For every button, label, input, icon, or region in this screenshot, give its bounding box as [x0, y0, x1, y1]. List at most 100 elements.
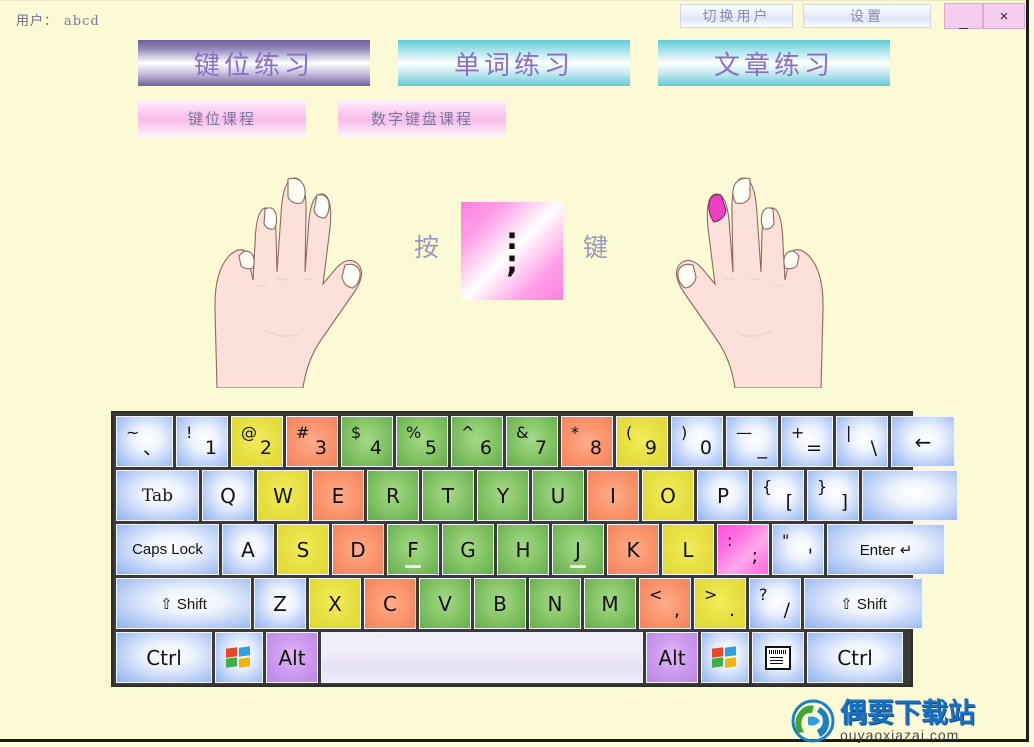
key-alt-right[interactable]: Alt [646, 632, 698, 683]
key-slash[interactable]: ? / [749, 578, 801, 629]
key-menu-key[interactable] [752, 632, 804, 683]
key-digit-7[interactable]: & 7 [506, 416, 558, 467]
watermark-title: 偶要下载站 [840, 698, 975, 729]
key-label: ← [914, 429, 932, 454]
watermark-text: 偶要下载站 ouyaoxiazai.com [840, 700, 975, 742]
key-key-f[interactable]: F [387, 524, 439, 575]
key-key-n[interactable]: N [529, 578, 581, 629]
key-upper-label: ) [681, 423, 688, 442]
key-key-s[interactable]: S [277, 524, 329, 575]
key-key-w[interactable]: W [257, 470, 309, 521]
key-ctrl-right[interactable]: Ctrl [807, 632, 903, 683]
tab-article-practice[interactable]: 文章练习 [658, 40, 890, 86]
key-lower-label: \ [870, 437, 877, 459]
key-tab[interactable]: Tab [116, 470, 199, 521]
key-backquote[interactable]: ~、 [116, 416, 173, 467]
tab-word-practice[interactable]: 单词练习 [398, 40, 630, 86]
key-lower-label: 9 [644, 437, 657, 459]
key-equal[interactable]: + = [781, 416, 833, 467]
subtab-numpad-course[interactable]: 数字键盘课程 [338, 99, 506, 137]
key-bracket-right[interactable]: }] [807, 470, 859, 521]
key-label: X [328, 591, 342, 616]
key-upper-label: # [296, 423, 310, 442]
key-label: H [515, 537, 531, 562]
key-label: I [610, 483, 616, 508]
key-key-a[interactable]: A [222, 524, 274, 575]
key-digit-1[interactable]: ! 1 [176, 416, 228, 467]
key-key-q[interactable]: Q [202, 470, 254, 521]
key-lower-label: 2 [259, 437, 272, 459]
key-label: Ctrl [146, 645, 182, 670]
key-key-c[interactable]: C [364, 578, 416, 629]
key-key-j[interactable]: J [552, 524, 604, 575]
key-space[interactable] [321, 632, 643, 683]
switch-user-button[interactable]: 切换用户 [680, 4, 793, 28]
key-key-y[interactable]: Y [477, 470, 529, 521]
key-digit-5[interactable]: % 5 [396, 416, 448, 467]
key-comma[interactable]: <, [639, 578, 691, 629]
key-win-right[interactable] [701, 632, 749, 683]
key-key-t[interactable]: T [422, 470, 474, 521]
key-win-left[interactable] [215, 632, 263, 683]
key-upper-label: < [649, 585, 663, 604]
key-enter[interactable]: Enter ↵ [827, 524, 945, 575]
key-lower-label: 6 [479, 437, 492, 459]
user-name: abcd [64, 14, 100, 29]
key-key-x[interactable]: X [309, 578, 361, 629]
keyboard-row: Caps Lock A S D F G H J K L:; " ' Enter ↵ [116, 524, 945, 575]
key-shift-left[interactable]: ⇧ Shift [116, 578, 251, 629]
key-key-g[interactable]: G [442, 524, 494, 575]
key-ctrl-left[interactable]: Ctrl [116, 632, 212, 683]
key-minus[interactable]: — _ [726, 416, 778, 467]
key-semicolon[interactable]: :; [717, 524, 769, 575]
key-upper-label: % [406, 423, 422, 442]
key-digit-2[interactable]: @2 [231, 416, 283, 467]
key-digit-9[interactable]: (9 [616, 416, 668, 467]
key-lower-label: 8 [589, 437, 602, 459]
key-label: Caps Lock [132, 541, 203, 558]
key-label: A [241, 537, 255, 562]
key-digit-8[interactable]: * 8 [561, 416, 613, 467]
key-label: E [331, 483, 345, 508]
keyboard-row: Tab Q W E R T Y U I O P{[}] [116, 470, 958, 521]
key-upper-label: { [762, 477, 773, 496]
prompt-suffix: 键 [583, 233, 609, 262]
key-alt-left[interactable]: Alt [266, 632, 318, 683]
tab-key-practice[interactable]: 键位练习 [138, 40, 370, 86]
key-key-z[interactable]: Z [254, 578, 306, 629]
key-caps-lock[interactable]: Caps Lock [116, 524, 219, 575]
app-window: 用户： abcd 切换用户 设置 _ × 键位练习 单词练习 文章练习 键位课程 … [0, 0, 1029, 743]
key-key-d[interactable]: D [332, 524, 384, 575]
key-label: Tab [141, 485, 174, 506]
key-label: C [383, 591, 397, 616]
key-upper-label: * [571, 423, 579, 442]
key-backspace[interactable]: ← [891, 416, 955, 467]
minimize-button[interactable]: _ [944, 3, 983, 30]
key-bracket-left[interactable]: {[ [752, 470, 804, 521]
close-button[interactable]: × [983, 3, 1025, 29]
key-key-b[interactable]: B [474, 578, 526, 629]
key-digit-3[interactable]: #3 [286, 416, 338, 467]
key-key-u[interactable]: U [532, 470, 584, 521]
key-key-k[interactable]: K [607, 524, 659, 575]
key-shift-right[interactable]: ⇧ Shift [804, 578, 923, 629]
settings-button[interactable]: 设置 [803, 4, 931, 28]
key-key-v[interactable]: V [419, 578, 471, 629]
key-upper-label: — [736, 423, 752, 442]
key-digit-0[interactable]: ) 0 [671, 416, 723, 467]
key-key-e[interactable]: E [312, 470, 364, 521]
subtab-key-course[interactable]: 键位课程 [138, 99, 306, 137]
key-digit-6[interactable]: ^ 6 [451, 416, 503, 467]
key-period[interactable]: >. [694, 578, 746, 629]
key-key-l[interactable]: L [662, 524, 714, 575]
key-key-p[interactable]: P [697, 470, 749, 521]
key-key-r[interactable]: R [367, 470, 419, 521]
key-key-o[interactable]: O [642, 470, 694, 521]
key-key-h[interactable]: H [497, 524, 549, 575]
key-backslash[interactable]: | \ [836, 416, 888, 467]
key-key-i[interactable]: I [587, 470, 639, 521]
key-lower-label: ] [840, 491, 848, 513]
key-digit-4[interactable]: $4 [341, 416, 393, 467]
key-quote[interactable]: " ' [772, 524, 824, 575]
key-key-m[interactable]: M [584, 578, 636, 629]
